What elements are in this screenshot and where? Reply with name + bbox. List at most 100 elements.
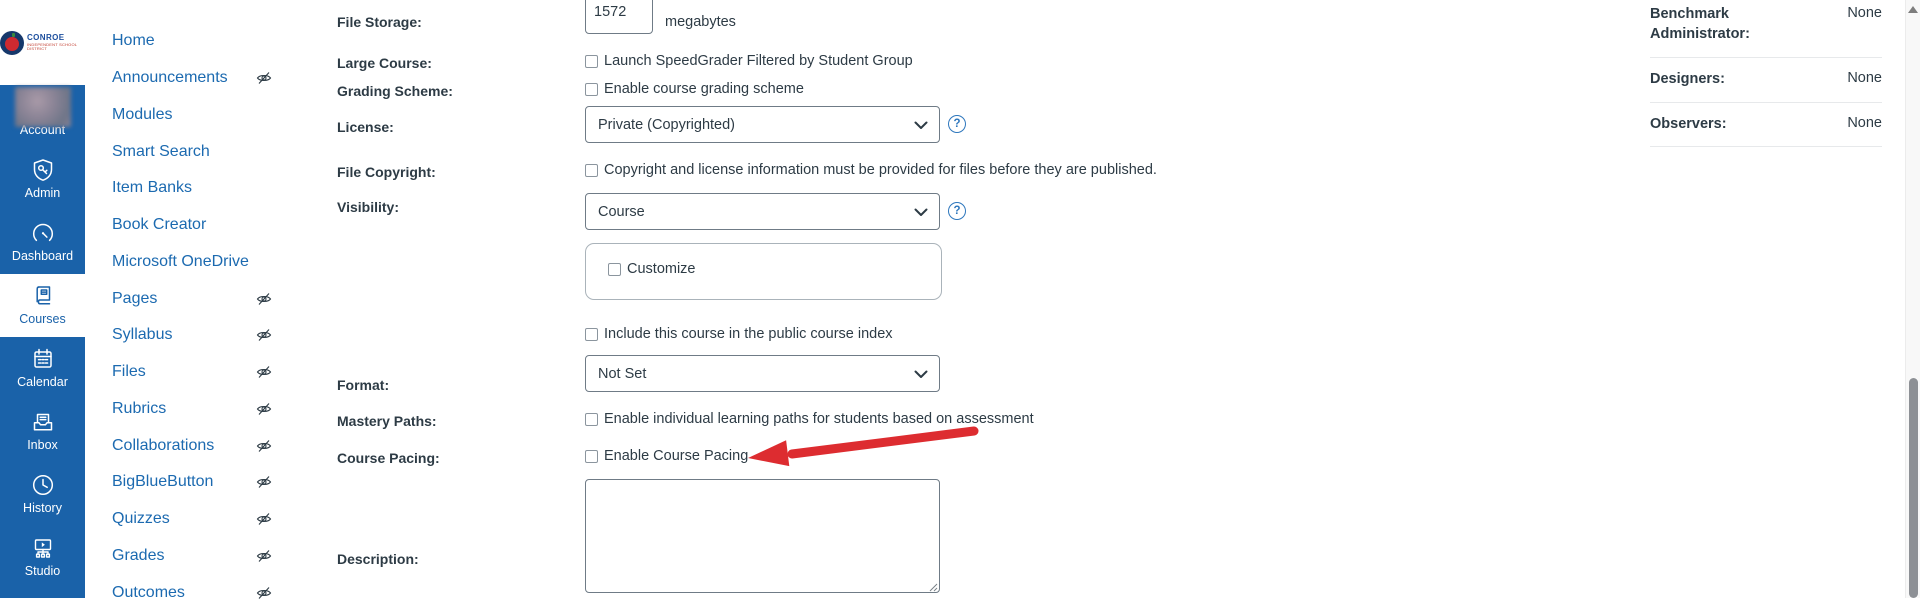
checkbox[interactable] (608, 262, 621, 276)
checkbox-label: Include this course in the public course… (604, 326, 893, 342)
eye-off-icon (256, 511, 272, 527)
sidebar-item-label: History (23, 501, 62, 515)
format-label: Format: (337, 377, 390, 393)
checkbox-label: Launch SpeedGrader Filtered by Student G… (604, 53, 913, 69)
course-nav-label: Syllabus (112, 326, 173, 344)
course-nav-label: Book Creator (112, 216, 207, 234)
course-nav-rubrics[interactable]: Rubrics (112, 391, 272, 428)
grading-scheme-label: Grading Scheme: (337, 83, 453, 99)
visibility-customize-panel: Customize (585, 243, 942, 300)
conroe-logo-icon (0, 30, 24, 55)
course-pacing-label: Course Pacing: (337, 450, 440, 466)
textarea-resize-handle[interactable] (928, 582, 938, 592)
calendar-icon (30, 345, 56, 373)
course-nav-modules[interactable]: Modules (112, 97, 272, 134)
course-navigation-menu: Home Announcements Modules Smart Search … (112, 23, 272, 611)
help-icon[interactable]: ? (948, 202, 966, 220)
sidebar-item-admin[interactable]: Admin (0, 148, 85, 211)
sidebar-item-account[interactable]: Account (0, 85, 85, 148)
role-label: Designers: (1650, 71, 1725, 88)
course-pacing-checkbox-row[interactable]: Enable Course Pacing (585, 448, 748, 464)
eye-off-icon (256, 291, 272, 307)
role-value: None (1847, 114, 1882, 131)
course-nav-label: Smart Search (112, 142, 210, 160)
select-value: Course (598, 203, 645, 220)
course-nav-label: Collaborations (112, 436, 215, 454)
sidebar-item-label: Studio (24, 564, 61, 578)
help-icon[interactable]: ? (948, 115, 966, 133)
sidebar-item-label: Courses (19, 312, 66, 326)
course-nav-label: Quizzes (112, 510, 170, 528)
course-nav-smart-search[interactable]: Smart Search (112, 133, 272, 170)
description-textarea[interactable] (585, 479, 940, 593)
course-nav-microsoft-onedrive[interactable]: Microsoft OneDrive (112, 244, 272, 281)
role-label: Benchmark Administrator: (1650, 6, 1750, 42)
speedgrader-filter-checkbox-row[interactable]: Launch SpeedGrader Filtered by Student G… (585, 53, 913, 69)
course-nav-label: Announcements (112, 69, 228, 87)
course-nav-label: Item Banks (112, 179, 193, 197)
file-storage-label: File Storage: (337, 14, 422, 30)
role-value: None (1847, 70, 1882, 87)
checkbox[interactable] (585, 412, 598, 426)
scrollbar-thumb[interactable] (1908, 378, 1918, 598)
role-label: Observers: (1650, 115, 1727, 132)
book-icon (30, 282, 56, 310)
course-nav-announcements[interactable]: Announcements (112, 60, 272, 97)
checkbox[interactable] (585, 163, 598, 177)
visibility-select[interactable]: Course (585, 193, 940, 230)
eye-off-icon (256, 474, 272, 490)
course-nav-label: Grades (112, 546, 165, 564)
shield-key-icon (30, 156, 56, 184)
eye-off-icon (256, 548, 272, 564)
course-nav-grades[interactable]: Grades (112, 538, 272, 575)
scroll-up-arrow[interactable] (1908, 6, 1918, 13)
avatar (14, 87, 71, 127)
eye-off-icon (256, 438, 272, 454)
logo-subtitle: INDEPENDENT SCHOOL DISTRICT (27, 42, 78, 51)
course-nav-item-banks[interactable]: Item Banks (112, 170, 272, 207)
select-value: Not Set (598, 365, 647, 382)
course-nav-syllabus[interactable]: Syllabus (112, 317, 272, 354)
customize-checkbox-row[interactable]: Customize (608, 261, 696, 277)
file-copyright-checkbox-row[interactable]: Copyright and license information must b… (585, 162, 1157, 178)
studio-icon (30, 534, 56, 562)
course-nav-collaborations[interactable]: Collaborations (112, 427, 272, 464)
district-logo[interactable]: CONROE INDEPENDENT SCHOOL DISTRICT (0, 0, 85, 85)
checkbox[interactable] (585, 327, 598, 341)
course-nav-book-creator[interactable]: Book Creator (112, 207, 272, 244)
grading-scheme-checkbox-row[interactable]: Enable course grading scheme (585, 81, 804, 97)
course-nav-label: Outcomes (112, 583, 185, 601)
eye-off-icon (256, 327, 272, 343)
course-nav-outcomes[interactable]: Outcomes (112, 574, 272, 611)
file-storage-input[interactable] (585, 0, 653, 34)
sidebar-item-calendar[interactable]: Calendar (0, 337, 85, 400)
course-nav-files[interactable]: Files (112, 354, 272, 391)
description-label: Description: (337, 551, 419, 567)
sidebar-item-inbox[interactable]: Inbox (0, 400, 85, 463)
course-nav-pages[interactable]: Pages (112, 280, 272, 317)
checkbox[interactable] (585, 449, 598, 463)
role-row: Benchmark Administrator: None (1650, 0, 1882, 59)
course-nav-label: Modules (112, 105, 173, 123)
sidebar-item-courses[interactable]: Courses (0, 274, 85, 337)
format-select[interactable]: Not Set (585, 355, 940, 392)
sidebar-item-studio[interactable]: Studio (0, 526, 85, 589)
course-nav-label: Microsoft OneDrive (112, 252, 249, 270)
global-nav-sidebar: CONROE INDEPENDENT SCHOOL DISTRICT Accou… (0, 0, 85, 598)
sidebar-item-history[interactable]: History (0, 463, 85, 526)
megabytes-unit-label: megabytes (665, 14, 736, 30)
sidebar-item-dashboard[interactable]: Dashboard (0, 211, 85, 274)
public-index-checkbox-row[interactable]: Include this course in the public course… (585, 326, 893, 342)
license-select[interactable]: Private (Copyrighted) (585, 106, 940, 143)
license-label: License: (337, 119, 394, 135)
checkbox[interactable] (585, 82, 598, 96)
eye-off-icon (256, 401, 272, 417)
red-arrow-annotation (748, 426, 979, 467)
eye-off-icon (256, 70, 272, 86)
course-nav-bigbluebutton[interactable]: BigBlueButton (112, 464, 272, 501)
course-nav-quizzes[interactable]: Quizzes (112, 501, 272, 538)
course-nav-home[interactable]: Home (112, 23, 272, 60)
scrollbar[interactable] (1905, 0, 1920, 598)
checkbox[interactable] (585, 54, 598, 68)
eye-off-icon (256, 585, 272, 601)
